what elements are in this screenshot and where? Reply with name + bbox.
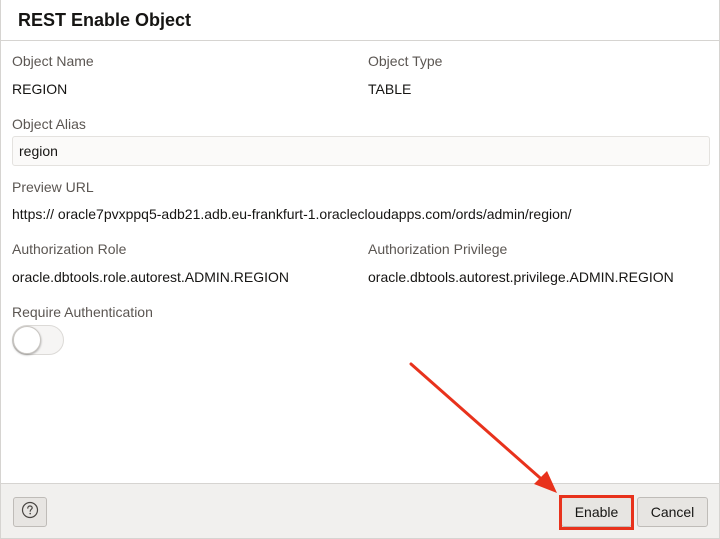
authorization-role-value: oracle.dbtools.role.autorest.ADMIN.REGIO… — [12, 269, 289, 285]
authorization-privilege-value: oracle.dbtools.autorest.privilege.ADMIN.… — [368, 269, 674, 285]
object-name-value: REGION — [12, 81, 68, 97]
toggle-knob — [13, 326, 41, 354]
dialog-footer: Enable Cancel — [1, 483, 719, 538]
rest-enable-dialog: REST Enable Object Object Name REGION Ob… — [0, 0, 720, 539]
dialog-body: Object Name REGION Object Type TABLE Obj… — [1, 41, 719, 482]
preview-url-label: Preview URL — [12, 179, 94, 195]
help-button[interactable] — [13, 497, 47, 527]
authorization-role-label: Authorization Role — [12, 241, 127, 257]
object-alias-input[interactable] — [12, 136, 710, 166]
object-type-label: Object Type — [368, 53, 443, 69]
dialog-title: REST Enable Object — [18, 9, 192, 30]
authorization-privilege-label: Authorization Privilege — [368, 241, 508, 257]
require-authentication-label: Require Authentication — [12, 304, 153, 320]
object-name-label: Object Name — [12, 53, 94, 69]
object-alias-label: Object Alias — [12, 116, 86, 132]
enable-button[interactable]: Enable — [561, 497, 632, 527]
cancel-button[interactable]: Cancel — [637, 497, 708, 527]
preview-url-value: https:// oracle7pvxppq5-adb21.adb.eu-fra… — [12, 206, 572, 222]
require-authentication-toggle[interactable] — [12, 325, 64, 355]
object-type-value: TABLE — [368, 81, 412, 97]
question-circle-icon — [21, 501, 39, 524]
dialog-header: REST Enable Object — [1, 0, 719, 41]
